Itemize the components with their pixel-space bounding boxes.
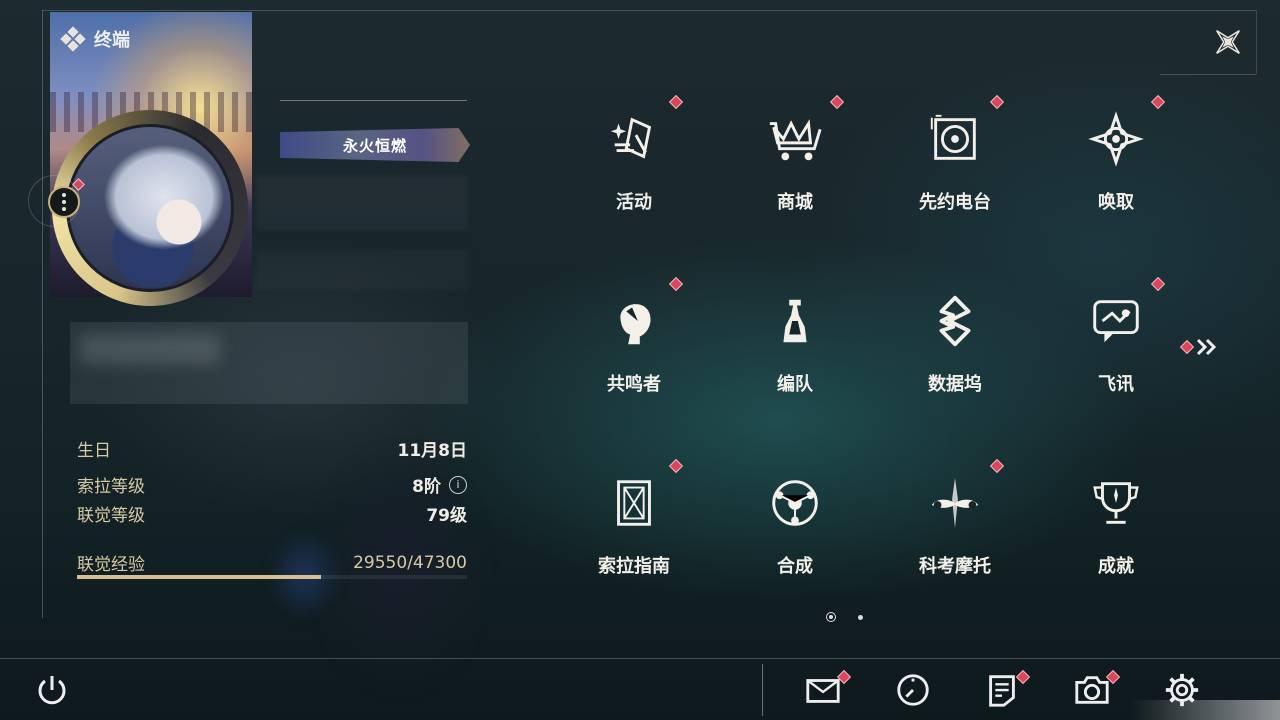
- events-clock-button[interactable]: [891, 670, 935, 710]
- menu-item-label: 编队: [777, 374, 813, 395]
- page-title: 终端: [60, 26, 130, 52]
- chess-formation-icon: [783, 299, 807, 343]
- power-button[interactable]: [34, 672, 70, 708]
- page-dot-active[interactable]: [826, 612, 836, 622]
- stat-value: 79级: [426, 506, 467, 526]
- notification-badge: [1179, 339, 1195, 355]
- menu-item-formation[interactable]: 编队: [735, 266, 855, 416]
- player-name-redacted: [256, 176, 468, 230]
- menu-item-shop[interactable]: 商城: [735, 84, 855, 234]
- menu-item-messages[interactable]: 飞讯: [1056, 266, 1176, 416]
- motorcycle-icon: [931, 477, 979, 529]
- menu-item-radio[interactable]: 先约电台: [895, 84, 1015, 234]
- stat-value: 11月8日: [397, 441, 468, 461]
- stat-label: 联觉经验: [77, 555, 145, 575]
- menu-item-label: 唤取: [1098, 192, 1134, 213]
- stat-value-wrap: 8阶 i: [412, 472, 467, 497]
- menu-item-motorcycle[interactable]: 科考摩托: [895, 448, 1015, 598]
- title-badge-text: 永火恒燃: [342, 136, 407, 155]
- menu-item-achievements[interactable]: 成就: [1056, 448, 1176, 598]
- stat-sol-rank: 索拉等级 8阶 i: [77, 472, 467, 497]
- power-icon: [38, 676, 66, 705]
- frame-line: [1160, 74, 1256, 75]
- compass-star-icon: [1088, 111, 1144, 167]
- stat-label: 联觉等级: [77, 506, 145, 526]
- trophy-icon: [1093, 482, 1139, 524]
- corner-glow: [1130, 700, 1280, 720]
- activity-icon: [610, 117, 652, 159]
- photo-mode-button[interactable]: [1070, 669, 1121, 710]
- double-chevron-right-icon: [1196, 338, 1217, 356]
- menu-item-sol-guide[interactable]: 索拉指南: [574, 448, 694, 598]
- avatar[interactable]: [66, 124, 234, 292]
- shop-crown-cart-icon: [769, 119, 822, 161]
- menu-item-label: 飞讯: [1098, 374, 1134, 395]
- data-dock-icon: [939, 295, 971, 347]
- menu-item-data-dock[interactable]: 数据坞: [895, 266, 1015, 416]
- bottom-bar-divider: [0, 658, 1280, 659]
- page-dot[interactable]: [858, 614, 863, 620]
- stat-birthday: 生日 11月8日: [77, 436, 467, 461]
- menu-item-label: 活动: [616, 192, 652, 213]
- resonator-head-icon: [620, 304, 651, 345]
- menu-item-label: 索拉指南: [598, 556, 670, 577]
- stat-label: 索拉等级: [77, 477, 145, 497]
- bottom-bar-separator: [762, 664, 763, 716]
- menu-item-label: 先约电台: [919, 192, 991, 213]
- stat-label: 生日: [77, 441, 111, 461]
- page-indicator: [826, 612, 863, 622]
- mail-button[interactable]: [801, 669, 852, 710]
- stat-value: 29550/47300: [353, 552, 467, 573]
- stat-union-level: 联觉等级 79级: [77, 501, 467, 526]
- terminal-diamond-icon: [60, 26, 86, 52]
- frame-line: [42, 10, 43, 618]
- frame-line: [1256, 10, 1257, 74]
- page-title-text: 终端: [94, 30, 130, 51]
- chat-message-icon: [1093, 300, 1139, 343]
- title-badge[interactable]: 永火恒燃: [280, 128, 470, 162]
- stat-value: 8阶: [412, 477, 441, 497]
- close-button[interactable]: [1208, 22, 1248, 62]
- signature-redacted[interactable]: [70, 322, 468, 404]
- player-id-redacted: [256, 250, 468, 290]
- guide-book-icon: [617, 480, 651, 526]
- exp-progress-bar: [77, 575, 467, 579]
- stat-union-exp: 联觉经验 29550/47300: [77, 550, 467, 576]
- menu-item-label: 科考摩托: [919, 556, 991, 577]
- menu-item-label: 数据坞: [928, 374, 982, 395]
- notes-button[interactable]: [980, 669, 1031, 710]
- clock-icon: [897, 674, 929, 706]
- menu-item-label: 共鸣者: [607, 374, 661, 395]
- profile-options-button[interactable]: [48, 186, 80, 218]
- next-page-button[interactable]: [1179, 338, 1218, 356]
- close-icon: [1216, 30, 1240, 54]
- menu-item-activity[interactable]: 活动: [574, 84, 694, 234]
- frame-line: [42, 10, 1256, 11]
- menu-item-label: 合成: [777, 556, 813, 577]
- menu-item-resonators[interactable]: 共鸣者: [574, 266, 694, 416]
- frame-line: [280, 100, 467, 101]
- exp-progress-fill: [77, 575, 321, 579]
- menu-item-convene[interactable]: 唤取: [1056, 84, 1176, 234]
- synthesis-orbit-icon: [772, 480, 818, 526]
- menu-item-label: 成就: [1098, 556, 1134, 577]
- menu-item-label: 商城: [777, 192, 813, 213]
- info-icon[interactable]: i: [449, 475, 467, 494]
- menu-item-synthesis[interactable]: 合成: [735, 448, 855, 598]
- radio-record-icon: [930, 114, 976, 160]
